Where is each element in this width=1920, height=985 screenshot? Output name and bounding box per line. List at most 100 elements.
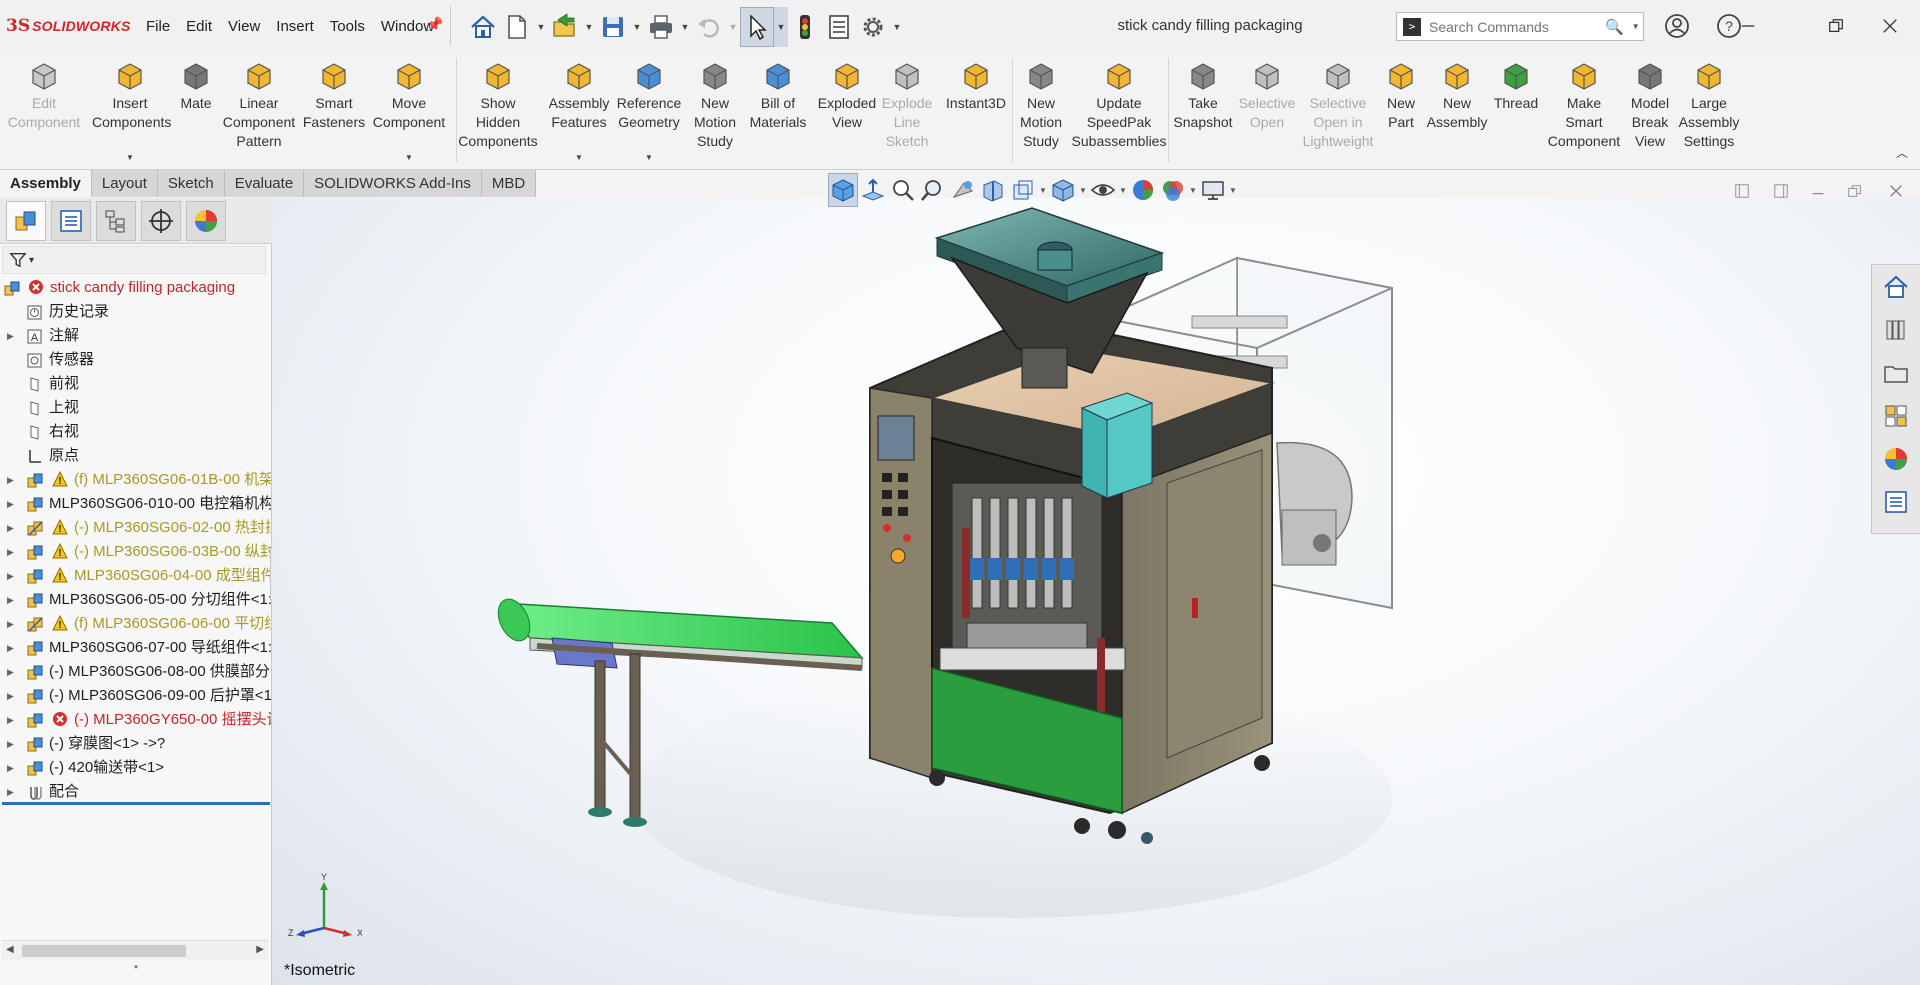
- new-document-button[interactable]: [500, 7, 534, 47]
- tree-node[interactable]: ▶ MLP360SG06-07-00 导纸组件<1:: [0, 636, 271, 660]
- ribbon-move-component-button[interactable]: Move Component ▼: [366, 52, 452, 170]
- viewport-tile-left-button[interactable]: [1730, 180, 1754, 202]
- tree-node[interactable]: ▶ (-) MLP360SG06-09-00 后护罩<1: [0, 684, 271, 708]
- scroll-thumb[interactable]: [22, 945, 186, 957]
- window-close-button[interactable]: [1870, 10, 1910, 42]
- graphics-area[interactable]: [272, 198, 1920, 985]
- expand-chevron-icon[interactable]: ▶: [7, 492, 14, 516]
- print-button[interactable]: [644, 7, 678, 47]
- filling-mechanism[interactable]: [931, 482, 1126, 814]
- tree-node[interactable]: ▶! (f) MLP360SG06-01B-00 机架组: [0, 468, 271, 492]
- open-dropdown[interactable]: ▼: [582, 7, 596, 47]
- ribbon-dropdown-arrow[interactable]: ▼: [92, 153, 168, 162]
- pin-menu-icon[interactable]: 📌: [426, 16, 443, 33]
- tree-node[interactable]: ▶ (-) MLP360GY650-00 摇摆头设: [0, 708, 271, 732]
- assembly-model[interactable]: [272, 198, 1920, 985]
- undo-dropdown[interactable]: ▼: [726, 7, 740, 47]
- tab-sketch[interactable]: Sketch: [157, 170, 225, 197]
- ribbon-smart-fasteners-button[interactable]: Smart Fasteners: [300, 52, 368, 170]
- ribbon-linear-pattern-button[interactable]: Linear Component Pattern: [216, 52, 302, 170]
- task-pane-view-palette-tab[interactable]: [1880, 400, 1912, 432]
- select-dropdown[interactable]: ▼: [774, 7, 788, 47]
- ribbon-large-assembly-button[interactable]: Large Assembly Settings: [1676, 52, 1742, 170]
- tree-node[interactable]: stick candy filling packaging: [0, 276, 271, 300]
- pane-splitter-grip[interactable]: ●: [0, 962, 272, 976]
- solidworks-logo[interactable]: 3S SOLIDWORKS: [6, 15, 131, 37]
- previous-view-button[interactable]: [948, 173, 978, 207]
- options-dropdown[interactable]: ▼: [890, 7, 904, 47]
- view-dropdown-2[interactable]: ▼: [1078, 186, 1088, 195]
- expand-chevron-icon[interactable]: ▶: [7, 660, 14, 684]
- save-button[interactable]: [596, 7, 630, 47]
- tree-node[interactable]: ▶! (-) MLP360SG06-03B-00 纵封: [0, 540, 271, 564]
- viewport-minimize-button[interactable]: [1806, 180, 1830, 202]
- ribbon-selective-open-button[interactable]: Selective Open: [1234, 52, 1300, 170]
- ribbon-camera-button[interactable]: Take Snapshot: [1170, 52, 1236, 170]
- expand-chevron-icon[interactable]: ▶: [7, 756, 14, 780]
- menu-tools[interactable]: Tools: [322, 16, 373, 37]
- expand-chevron-icon[interactable]: ▶: [7, 732, 14, 756]
- tree-node[interactable]: 上视: [0, 396, 271, 420]
- configuration-manager-tab[interactable]: [96, 201, 136, 241]
- new-document-dropdown[interactable]: ▼: [534, 7, 548, 47]
- ribbon-dropdown-arrow[interactable]: ▼: [366, 153, 452, 162]
- section-view-button[interactable]: [978, 173, 1008, 207]
- menu-insert[interactable]: Insert: [268, 16, 322, 37]
- rebuild-button[interactable]: [788, 7, 822, 47]
- menu-edit[interactable]: Edit: [178, 16, 220, 37]
- tree-node[interactable]: ▶ A 注解: [0, 324, 271, 348]
- tab-solidworks-addins[interactable]: SOLIDWORKS Add-Ins: [304, 170, 482, 197]
- dynamic-annotation-button[interactable]: [1008, 173, 1038, 207]
- tree-filter[interactable]: ▾: [2, 246, 266, 274]
- view-dropdown-5[interactable]: ▼: [1228, 186, 1238, 195]
- tree-node[interactable]: 原点: [0, 444, 271, 468]
- open-button[interactable]: [548, 7, 582, 47]
- tab-assembly[interactable]: Assembly: [0, 170, 92, 197]
- tree-node[interactable]: ▶! (f) MLP360SG06-06-00 平切组: [0, 612, 271, 636]
- expand-chevron-icon[interactable]: ▶: [7, 540, 14, 564]
- search-dropdown-icon[interactable]: ▼: [1632, 22, 1640, 31]
- ribbon-thread-button[interactable]: Thread: [1488, 52, 1544, 170]
- tree-node[interactable]: ▶ (-) 穿膜图<1> ->?: [0, 732, 271, 756]
- user-account-button[interactable]: [1662, 11, 1692, 41]
- collapse-ribbon-icon[interactable]: ︿: [1896, 144, 1908, 161]
- ribbon-insert-components-button[interactable]: Insert Components ▼: [92, 52, 171, 170]
- ribbon-bom-button[interactable]: Bill of Materials: [744, 52, 812, 170]
- ribbon-smart-component-button[interactable]: Make Smart Component: [1546, 52, 1622, 170]
- viewport-tile-right-button[interactable]: [1769, 180, 1793, 202]
- viewport-restore-button[interactable]: [1843, 180, 1867, 202]
- ribbon-speedpak-button[interactable]: Update SpeedPak Subassemblies: [1070, 52, 1168, 170]
- expand-chevron-icon[interactable]: ▶: [7, 324, 14, 348]
- ribbon-show-hidden-button[interactable]: Show Hidden Components: [454, 52, 542, 170]
- file-properties-button[interactable]: [822, 7, 856, 47]
- home-button[interactable]: [466, 7, 500, 47]
- rollback-bar[interactable]: [2, 802, 270, 805]
- ribbon-motion-study-button[interactable]: New Motion Study: [684, 52, 746, 170]
- expand-chevron-icon[interactable]: ▶: [7, 636, 14, 660]
- expand-chevron-icon[interactable]: ▶: [7, 588, 14, 612]
- ribbon-instant3d-button[interactable]: Instant3D: [940, 52, 1012, 170]
- expand-chevron-icon[interactable]: ▶: [7, 612, 14, 636]
- ribbon-dropdown-arrow[interactable]: ▼: [544, 153, 614, 162]
- ribbon-selective-open-lightweight-button[interactable]: Selective Open in Lightweight: [1302, 52, 1374, 170]
- scroll-left-icon[interactable]: ◀: [6, 944, 14, 955]
- property-manager-tab[interactable]: [51, 201, 91, 241]
- menu-view[interactable]: View: [220, 16, 268, 37]
- hide-show-items-button[interactable]: [1088, 173, 1118, 207]
- cyan-electrical-box[interactable]: [1080, 392, 1154, 499]
- options-button[interactable]: [856, 7, 890, 47]
- view-settings-button[interactable]: [1198, 173, 1228, 207]
- tree-node[interactable]: 右视: [0, 420, 271, 444]
- ribbon-reference-geometry-button[interactable]: Reference Geometry ▼: [614, 52, 684, 170]
- apply-scene-button[interactable]: [1158, 173, 1188, 207]
- tab-layout[interactable]: Layout: [91, 170, 158, 197]
- tree-node[interactable]: ▶ (-) MLP360SG06-08-00 供膜部分: [0, 660, 271, 684]
- zoom-to-area-button[interactable]: [918, 173, 948, 207]
- ribbon-dropdown-arrow[interactable]: ▼: [614, 153, 684, 162]
- undo-button[interactable]: [692, 7, 726, 47]
- view-dropdown-4[interactable]: ▼: [1188, 186, 1198, 195]
- display-manager-tab[interactable]: [186, 201, 226, 241]
- view-dropdown-1[interactable]: ▼: [1038, 186, 1048, 195]
- ribbon-new-part-button[interactable]: New Part: [1376, 52, 1426, 170]
- filter-dropdown-icon[interactable]: ▾: [29, 255, 34, 266]
